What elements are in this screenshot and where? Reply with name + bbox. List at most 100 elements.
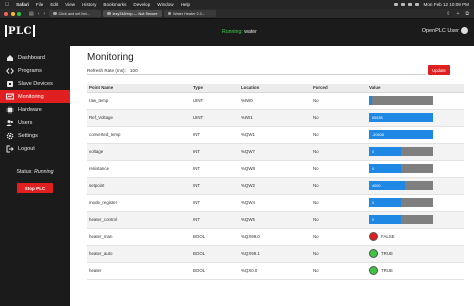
cell-forced: No xyxy=(311,126,367,144)
browser-tab[interactable]: Water Heater 2.0... xyxy=(163,10,216,17)
back-icon[interactable]: ‹ xyxy=(38,11,40,17)
cell-type: INT xyxy=(191,194,239,212)
sidebar: Dashboard Programs Slave Devices Monitor… xyxy=(0,46,74,306)
user-avatar-icon xyxy=(461,27,468,34)
table-row[interactable]: converted_temp INT %QW1 No -20608 xyxy=(87,126,464,144)
table-row[interactable]: heater BOOL %QX0.0 No TRUE xyxy=(87,262,464,280)
table-row[interactable]: resistance INT %QW8 No 0 xyxy=(87,160,464,178)
cell-name: heater_control xyxy=(87,211,191,229)
table-row[interactable]: raw_temp UINT %IW0 No xyxy=(87,92,464,110)
table-row[interactable]: heater_man BOOL %QX99.0 No FALSE xyxy=(87,228,464,246)
bool-value: FALSE xyxy=(369,232,462,241)
screen:  Safari File Edit View History Bookmark… xyxy=(0,0,474,306)
status-icons[interactable] xyxy=(393,3,419,6)
bool-text: FALSE xyxy=(381,234,395,239)
menu-edit[interactable]: Edit xyxy=(50,2,58,7)
column-header-type[interactable]: Type xyxy=(191,84,239,93)
menu-develop[interactable]: Develop xyxy=(133,2,150,7)
cell-location: %IW1 xyxy=(239,109,311,127)
sidebar-item-label: Hardware xyxy=(18,106,42,113)
minimize-window-icon[interactable] xyxy=(10,11,15,16)
sidebar-item-hardware[interactable]: Hardware xyxy=(0,103,70,116)
value-bar: 4000 xyxy=(369,181,433,190)
update-button[interactable]: Update xyxy=(428,65,450,75)
menu-file[interactable]: File xyxy=(36,2,43,7)
favicon-icon xyxy=(167,11,172,16)
cell-forced: No xyxy=(311,143,367,161)
user-menu[interactable]: OpenPLC User xyxy=(422,27,468,34)
sidebar-item-dashboard[interactable]: Dashboard xyxy=(0,51,70,64)
value-bar-fill xyxy=(369,96,373,105)
table-row[interactable]: mode_register INT %QW4 No 0 xyxy=(87,194,464,212)
refresh-rate-input[interactable] xyxy=(130,67,190,73)
favicon-icon xyxy=(53,11,57,16)
close-window-icon[interactable] xyxy=(4,11,8,16)
column-header-value[interactable]: Value xyxy=(367,84,464,93)
sidebar-item-monitoring[interactable]: Monitoring xyxy=(0,90,74,103)
tab-label: lezy318/xxp — Not Secure xyxy=(112,11,158,16)
sidebar-item-label: Users xyxy=(18,119,33,126)
sidebar-item-label: Dashboard xyxy=(18,54,45,61)
home-icon xyxy=(6,54,14,62)
cell-value: 0 xyxy=(367,160,464,178)
apple-icon[interactable]:  xyxy=(5,2,9,8)
value-text: 4000 xyxy=(372,183,381,188)
bool-value: TRUE xyxy=(369,266,462,275)
sidebar-item-logout[interactable]: Logout xyxy=(0,142,70,155)
lamp-on-icon xyxy=(369,266,378,275)
cell-name: heater xyxy=(87,262,191,280)
cell-value: 0 xyxy=(367,194,464,212)
menu-history[interactable]: History xyxy=(82,2,96,7)
cell-type: INT xyxy=(191,177,239,195)
menu-clock[interactable]: Mon Feb 12 10:09 PM xyxy=(424,2,469,7)
cell-location: %QW5 xyxy=(239,211,311,229)
menu-bookmarks[interactable]: Bookmarks xyxy=(103,2,126,7)
value-bar: 0 xyxy=(369,215,433,224)
stop-plc-button[interactable]: Stop PLC xyxy=(17,183,53,193)
table-row[interactable]: heater_auto BOOL %QX99.1 No TRUE xyxy=(87,245,464,263)
status-label: Status: xyxy=(16,169,33,175)
cell-name: Ref_Voltage xyxy=(87,109,191,127)
forward-icon[interactable]: › xyxy=(43,11,45,17)
value-text: 0 xyxy=(372,149,375,154)
cell-type: INT xyxy=(191,143,239,161)
menu-help[interactable]: Help xyxy=(181,2,190,7)
table-row[interactable]: Ref_Voltage UINT %IW1 No 65535 xyxy=(87,109,464,127)
table-row[interactable]: voltage INT %QW7 No 0 xyxy=(87,143,464,161)
sidebar-toggle-icon[interactable]: ▤ xyxy=(29,11,34,17)
cell-type: INT xyxy=(191,160,239,178)
program-name: water xyxy=(244,29,257,35)
main-panel: Monitoring Refresh Rate (ms): Update Poi… xyxy=(70,46,474,306)
sidebar-item-programs[interactable]: Programs xyxy=(0,64,70,77)
bool-text: TRUE xyxy=(381,268,393,273)
value-text: -20608 xyxy=(372,132,384,137)
menu-window[interactable]: Window xyxy=(157,2,173,7)
table-row[interactable]: setpoint INT %QW2 No 4000 xyxy=(87,177,464,195)
cell-forced: No xyxy=(311,262,367,280)
share-icon[interactable]: ⇧ xyxy=(446,11,450,17)
table-body: raw_temp UINT %IW0 No Ref_Voltage UINT %IW1 No 6… xyxy=(87,92,464,280)
cell-location: %QW8 xyxy=(239,160,311,178)
sidebar-item-label: Logout xyxy=(18,145,35,152)
cell-name: heater_auto xyxy=(87,245,191,263)
menu-view[interactable]: View xyxy=(65,2,75,7)
menu-app-name[interactable]: Safari xyxy=(16,2,29,7)
gear-icon xyxy=(6,132,14,140)
sidebar-item-settings[interactable]: Settings xyxy=(0,129,70,142)
cell-value: TRUE xyxy=(367,262,464,280)
column-header-forced[interactable]: Forced xyxy=(311,84,367,93)
table-row[interactable]: heater_control INT %QW5 No 0 xyxy=(87,211,464,229)
cell-name: mode_register xyxy=(87,194,191,212)
new-tab-icon[interactable]: + xyxy=(457,11,460,17)
cell-value: FALSE xyxy=(367,228,464,246)
browser-tab-active[interactable]: lezy318/xxp — Not Secure xyxy=(103,10,162,17)
browser-tab[interactable]: Click and set limi... xyxy=(49,10,102,17)
zoom-window-icon[interactable] xyxy=(17,11,21,16)
sidebar-item-users[interactable]: Users xyxy=(0,116,70,129)
cell-forced: No xyxy=(311,177,367,195)
sidebar-item-slave-devices[interactable]: Slave Devices xyxy=(0,77,70,90)
tab-overview-icon[interactable]: ⧉ xyxy=(465,11,469,17)
column-header-point-name[interactable]: Point Name xyxy=(87,84,191,93)
cell-type: UINT xyxy=(191,92,239,110)
column-header-location[interactable]: Location xyxy=(239,84,311,93)
